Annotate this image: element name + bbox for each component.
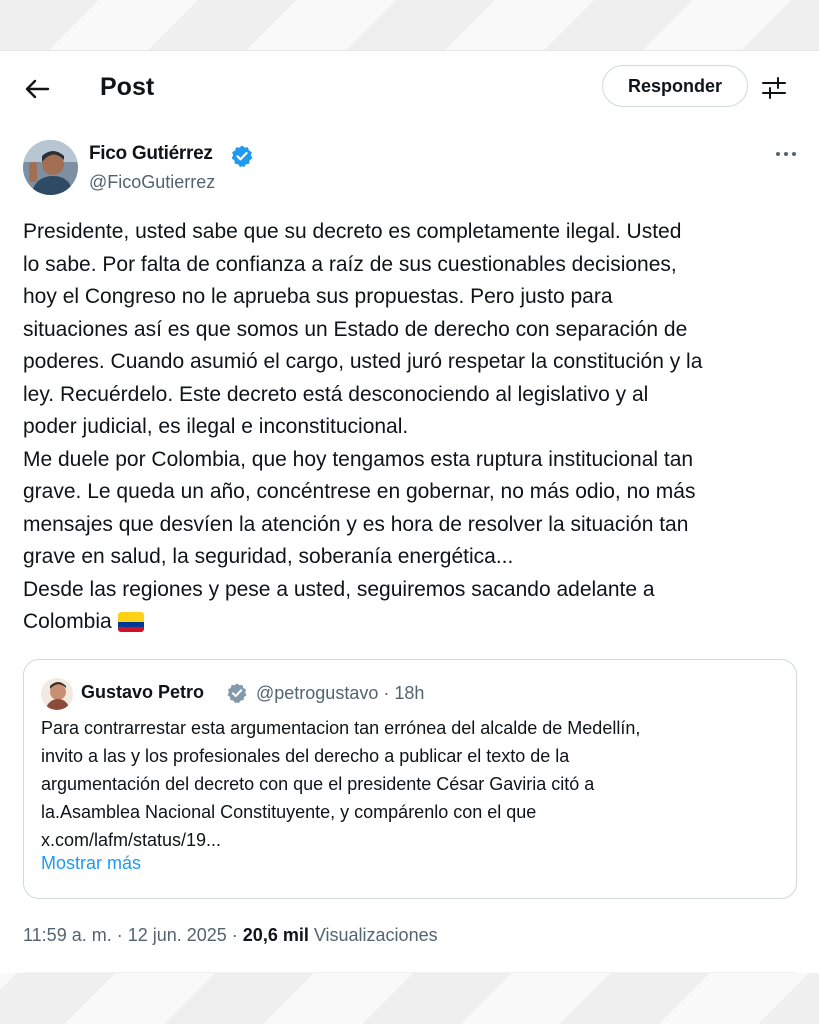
tweet-line: mensajes que desvíen la atención y es ho… — [23, 512, 689, 536]
views-count: 20,6 mil — [242, 925, 309, 945]
quoted-line: x.com/lafm/status/19... — [41, 830, 222, 850]
tweet-line: grave. Le queda un año, concéntrese en g… — [23, 480, 696, 503]
post-card: Post Responder Fico Gutiérrez @FicoGutie… — [0, 50, 819, 973]
more-options-icon[interactable] — [772, 147, 800, 161]
back-arrow-icon[interactable] — [22, 77, 52, 101]
settings-sliders-icon[interactable] — [760, 75, 788, 101]
tweet-line: Presidente, usted sabe que su decreto es… — [23, 220, 682, 243]
quoted-author-avatar[interactable] — [41, 678, 73, 710]
quoted-line: Para contrarrestar esta argumentacion ta… — [41, 718, 641, 738]
show-more-link[interactable]: Mostrar más — [41, 853, 141, 874]
quoted-author-name[interactable]: Gustavo Petro — [81, 682, 204, 703]
quoted-text: Para contrarrestar esta argumentacion ta… — [41, 714, 781, 854]
tweet-line: ley. Recuérdelo. Este decreto está desco… — [23, 382, 649, 406]
tweet-line: situaciones así es que somos un Estado d… — [23, 317, 688, 341]
gray-verified-badge-icon — [227, 683, 247, 704]
quoted-handle-time[interactable]: @petrogustavo · 18h — [256, 683, 424, 704]
post-metadata: 11:59 a. m. · 12 jun. 2025 · 20,6 mil Vi… — [23, 925, 438, 946]
page-title: Post — [100, 73, 155, 101]
tweet-line: hoy el Congreso no le aprueba sus propue… — [23, 285, 613, 308]
tweet-line: grave en salud, la seguridad, soberanía … — [23, 545, 514, 568]
quoted-line: la.Asamblea Nacional Constituyente, y co… — [41, 802, 537, 822]
tweet-line: Colombia — [23, 610, 112, 633]
top-bar: Post Responder — [0, 51, 819, 123]
views-label: Visualizaciones — [308, 925, 438, 945]
reply-button[interactable]: Responder — [602, 65, 748, 107]
author-avatar[interactable] — [23, 140, 78, 195]
verified-badge-icon — [231, 145, 253, 167]
tweet-line-last: Colombia — [23, 606, 809, 639]
author-name[interactable]: Fico Gutiérrez — [89, 143, 213, 165]
divider — [23, 972, 797, 973]
tweet-line: Me duele por Colombia, que hoy tengamos … — [23, 447, 694, 471]
tweet-line: poderes. Cuando asumió el cargo, usted j… — [23, 350, 703, 373]
author-photo-icon — [23, 140, 78, 195]
quoted-post[interactable]: Gustavo Petro @petrogustavo · 18h Para c… — [23, 659, 797, 899]
tweet-text: Presidente, usted sabe que su decreto es… — [23, 216, 809, 639]
tweet-line: lo sabe. Por falta de confianza a raíz d… — [23, 252, 677, 276]
quoted-author-photo-icon — [41, 678, 73, 710]
tweet-line: poder judicial, es ilegal e inconstituci… — [23, 415, 409, 438]
post-timestamp[interactable]: 11:59 a. m. · 12 jun. 2025 · — [23, 925, 243, 945]
author-handle[interactable]: @FicoGutierrez — [89, 172, 215, 193]
colombia-flag-icon — [117, 612, 144, 632]
quoted-line: invito a las y los profesionales del der… — [41, 746, 570, 766]
tweet-line: Desde las regiones y pese a usted, segui… — [23, 577, 655, 601]
quoted-line: argumentación del decreto con que el pre… — [41, 774, 595, 794]
